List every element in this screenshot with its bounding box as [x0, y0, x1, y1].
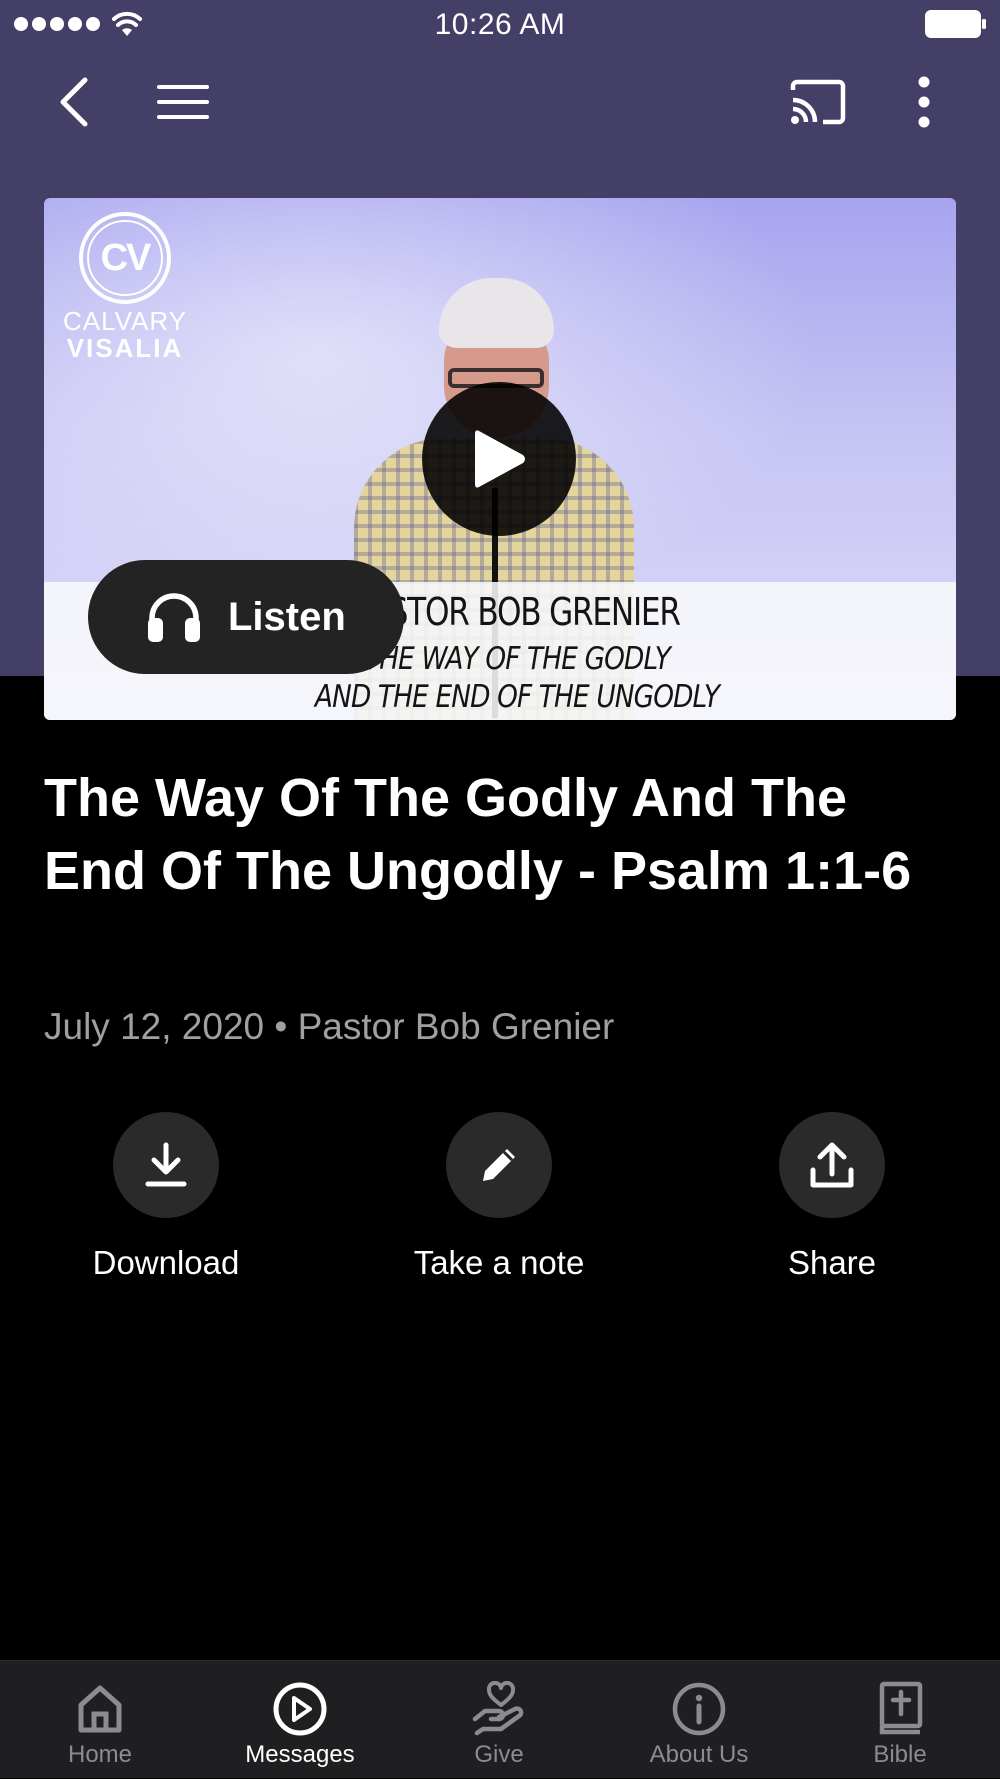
church-logo: CV CALVARY VISALIA	[60, 212, 190, 362]
play-icon	[475, 430, 525, 488]
logo-seal: CV	[79, 212, 171, 304]
download-button[interactable]: Download	[46, 1112, 286, 1282]
logo-line2: VISALIA	[66, 333, 184, 363]
share-label: Share	[787, 1244, 877, 1281]
status-time: 10:26 AM	[434, 8, 566, 41]
tab-messages-label: Messages	[245, 1741, 355, 1768]
lower-third-title-line2: AND THE END OF THE UNGODLY	[314, 679, 720, 715]
share-button[interactable]: Share	[712, 1112, 952, 1282]
download-circle	[113, 1112, 219, 1218]
pencil-icon	[483, 1149, 515, 1181]
battery-icon	[925, 10, 986, 38]
note-circle	[446, 1112, 552, 1218]
download-icon	[145, 1142, 187, 1187]
share-icon	[810, 1142, 854, 1188]
share-circle	[779, 1112, 885, 1218]
listen-label: Listen	[228, 594, 346, 639]
tab-bible[interactable]: Bible	[800, 1661, 1000, 1779]
tab-messages[interactable]: Messages	[200, 1661, 400, 1779]
bible-icon	[870, 1679, 930, 1739]
headphones-icon	[148, 593, 200, 642]
back-icon[interactable]	[44, 66, 104, 138]
status-bar: 10:26 AM	[0, 0, 1000, 50]
tab-bar: Home Messages Give About Us Bible	[0, 1660, 1000, 1778]
video-thumbnail[interactable]: CV CALVARY VISALIA PASTOR BOB GRENIER TH…	[44, 198, 956, 720]
play-button[interactable]	[422, 382, 576, 536]
message-title: The Way Of The Godly And The End Of The …	[44, 768, 912, 901]
tab-about-us-label: About Us	[649, 1741, 749, 1768]
give-icon	[469, 1679, 529, 1739]
take-a-note-button[interactable]: Take a note	[379, 1112, 619, 1282]
tab-home[interactable]: Home	[0, 1661, 200, 1779]
listen-button[interactable]: Listen	[88, 560, 404, 674]
logo-line1: CALVARY	[62, 306, 188, 336]
tab-about-us[interactable]: About Us	[599, 1661, 799, 1779]
take-a-note-label: Take a note	[413, 1244, 585, 1281]
tab-give[interactable]: Give	[399, 1661, 599, 1779]
logo-monogram: CV	[87, 220, 163, 296]
menu-icon[interactable]	[148, 66, 218, 138]
home-icon	[70, 1679, 130, 1739]
more-vertical-icon[interactable]	[896, 66, 952, 138]
cast-icon[interactable]	[782, 66, 854, 138]
download-label: Download	[92, 1244, 240, 1281]
info-icon	[669, 1679, 729, 1739]
tab-home-label: Home	[67, 1741, 133, 1768]
tab-bible-label: Bible	[873, 1741, 927, 1768]
play-circle-icon	[270, 1679, 330, 1739]
tab-give-label: Give	[474, 1741, 524, 1768]
message-meta: July 12, 2020 • Pastor Bob Grenier	[44, 1006, 615, 1047]
